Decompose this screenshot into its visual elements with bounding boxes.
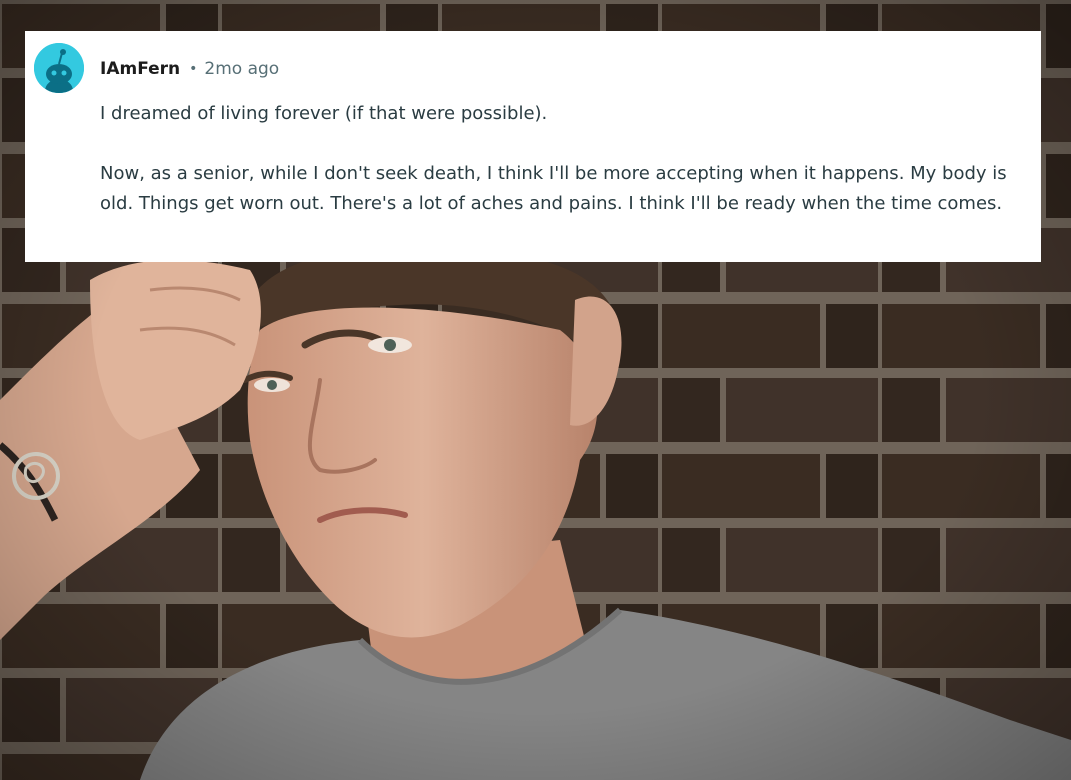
comment-timestamp[interactable]: 2mo ago xyxy=(204,59,279,79)
comment-paragraph: I dreamed of living forever (if that wer… xyxy=(100,103,548,124)
comment-body: I dreamed of living forever (if that wer… xyxy=(100,99,1035,220)
separator-dot: • xyxy=(189,61,198,77)
reddit-comment-card: IAmFern • 2mo ago I dreamed of living fo… xyxy=(25,31,1041,262)
comment-header: IAmFern • 2mo ago xyxy=(100,57,279,81)
screenshot-stage: IAmFern • 2mo ago I dreamed of living fo… xyxy=(0,0,1071,780)
comment-paragraph: Now, as a senior, while I don't seek dea… xyxy=(100,162,1007,215)
reddit-snoo-avatar-icon[interactable] xyxy=(34,43,84,93)
username-link[interactable]: IAmFern xyxy=(100,59,180,79)
